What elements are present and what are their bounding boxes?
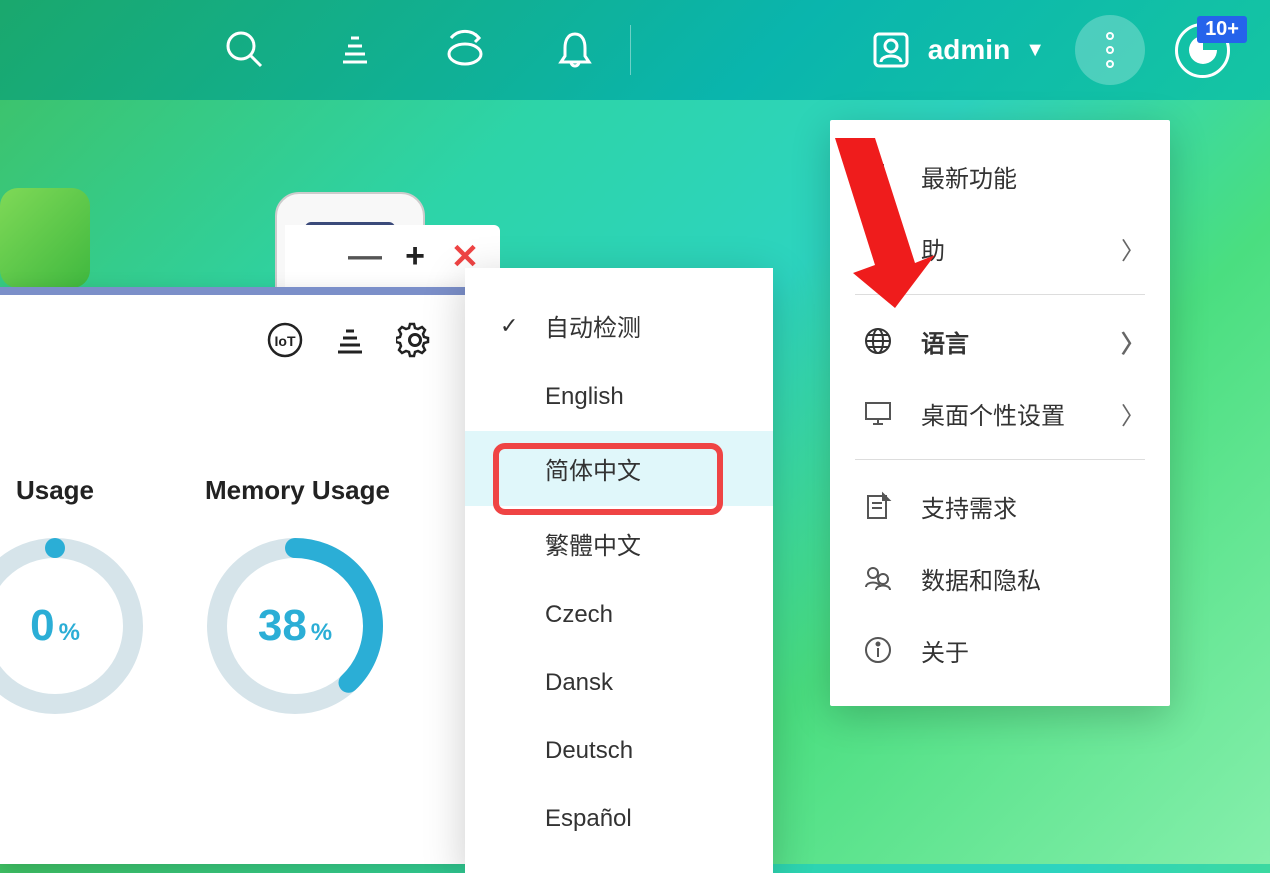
lang-item-auto[interactable]: ✓ 自动检测 xyxy=(465,288,773,363)
globe-icon xyxy=(860,323,896,359)
lang-label: Español xyxy=(545,805,632,832)
stack-icon[interactable] xyxy=(330,320,370,360)
gauge-label: Usage xyxy=(0,475,145,506)
percent-sign: % xyxy=(59,619,80,646)
gauge-value: 0 xyxy=(30,601,54,650)
window-toolbar: IoT xyxy=(0,295,465,385)
lang-label: 繁體中文 xyxy=(545,533,641,560)
help-icon: ? xyxy=(860,230,896,266)
lang-item-dansk[interactable]: Dansk xyxy=(465,649,773,717)
lang-label: Dansk xyxy=(545,669,613,696)
monitor-icon xyxy=(860,395,896,431)
user-menu[interactable]: admin ▼ xyxy=(869,28,1045,72)
flag-icon xyxy=(860,158,896,194)
top-toolbar: admin ▼ 10+ xyxy=(0,0,1270,100)
menu-item-about[interactable]: 关于 xyxy=(830,614,1170,686)
iot-icon[interactable]: IoT xyxy=(265,320,305,360)
gear-icon[interactable] xyxy=(395,320,435,360)
dashboard-window: IoT Usage 0% Memory Usage 38% xyxy=(0,287,465,864)
menu-item-desktop-settings[interactable]: 桌面个性设置 〉 xyxy=(830,377,1170,449)
chevron-right-icon: 〉 xyxy=(1121,324,1145,359)
user-name-label: admin xyxy=(928,34,1010,66)
gauge-label: Memory Usage xyxy=(205,475,390,506)
lang-label: 自动检测 xyxy=(545,315,641,342)
language-submenu: ✓ 自动检测 English 简体中文 繁體中文 Czech Dansk Deu… xyxy=(465,268,773,873)
menu-label: 最新功能 xyxy=(921,159,1017,194)
more-options-button[interactable] xyxy=(1075,15,1145,85)
menu-item-language[interactable]: 语言 〉 xyxy=(830,305,1170,377)
svg-text:?: ? xyxy=(871,234,884,261)
people-icon xyxy=(860,560,896,596)
menu-item-whatsnew[interactable]: 最新功能 xyxy=(830,140,1170,212)
menu-divider xyxy=(855,294,1145,295)
gauge-cpu: Usage 0% xyxy=(0,475,145,716)
desktop-shortcut[interactable] xyxy=(0,188,90,288)
dashboard-button[interactable]: 10+ xyxy=(1175,23,1230,78)
menu-label: 桌面个性设置 xyxy=(921,396,1065,431)
volumes-icon[interactable] xyxy=(330,25,380,75)
lang-item-czech[interactable]: Czech xyxy=(465,581,773,649)
chevron-right-icon: 〉 xyxy=(1121,396,1145,431)
menu-item-privacy[interactable]: 数据和隐私 xyxy=(830,542,1170,614)
check-icon: ✓ xyxy=(500,313,518,339)
gauge-value: 38 xyxy=(258,601,307,650)
percent-sign: % xyxy=(311,619,332,646)
menu-label: 语言 xyxy=(921,324,969,359)
menu-divider xyxy=(855,459,1145,460)
menu-label: 数据和隐私 xyxy=(921,561,1041,596)
lang-item-simplified-chinese[interactable]: 简体中文 xyxy=(465,431,773,506)
chevron-right-icon: 〉 xyxy=(1121,231,1145,266)
note-icon xyxy=(860,488,896,524)
lang-item-traditional-chinese[interactable]: 繁體中文 xyxy=(465,506,773,581)
options-menu: 最新功能 ? 助 〉 语言 〉 桌面个性设置 〉 支持需求 数据和隐私 xyxy=(830,120,1170,706)
storage-icon[interactable] xyxy=(440,25,490,75)
notification-badge: 10+ xyxy=(1197,16,1247,43)
lang-label: Deutsch xyxy=(545,737,633,764)
bell-icon[interactable] xyxy=(550,25,600,75)
lang-item-espanol[interactable]: Español xyxy=(465,785,773,853)
menu-label: 支持需求 xyxy=(921,489,1017,524)
menu-item-support[interactable]: 支持需求 xyxy=(830,470,1170,542)
user-icon xyxy=(869,28,913,72)
maximize-button[interactable]: + xyxy=(395,237,435,276)
menu-item-help[interactable]: ? 助 〉 xyxy=(830,212,1170,284)
svg-text:IoT: IoT xyxy=(275,333,296,349)
gauge-memory: Memory Usage 38% xyxy=(205,475,390,716)
caret-down-icon: ▼ xyxy=(1025,39,1045,62)
lang-label: 简体中文 xyxy=(545,458,641,485)
lang-item-deutsch[interactable]: Deutsch xyxy=(465,717,773,785)
search-icon[interactable] xyxy=(220,25,270,75)
lang-item-english[interactable]: English xyxy=(465,363,773,431)
lang-label: English xyxy=(545,383,624,410)
menu-label: 关于 xyxy=(921,633,969,668)
minimize-button[interactable]: — xyxy=(345,237,385,276)
lang-label: Czech xyxy=(545,601,613,628)
menu-label: 助 xyxy=(921,231,945,266)
info-icon xyxy=(860,632,896,668)
toolbar-separator xyxy=(630,25,631,75)
